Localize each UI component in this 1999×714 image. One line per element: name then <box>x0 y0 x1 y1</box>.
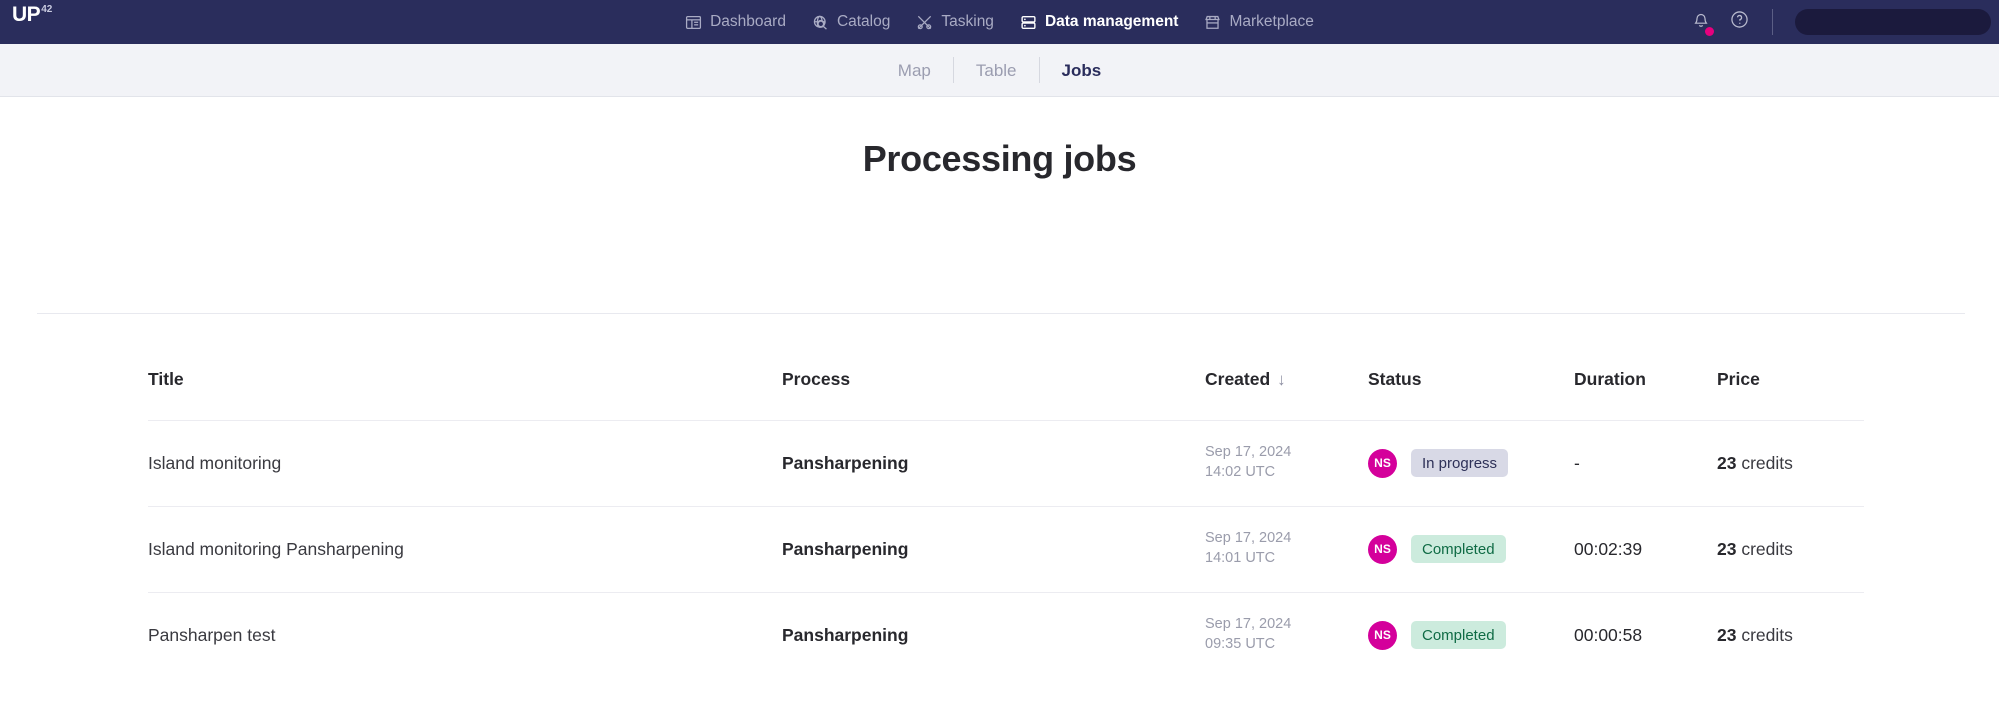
avatar[interactable]: NS <box>1368 448 1397 478</box>
page-title: Processing jobs <box>862 138 1137 179</box>
job-title-link[interactable]: Island monitoring Pansharpening <box>148 539 404 559</box>
created-time: 14:02 UTC <box>1205 464 1276 480</box>
column-header-process[interactable]: Process <box>782 369 1205 390</box>
cell-duration: - <box>1574 452 1580 473</box>
help-button[interactable] <box>1729 9 1750 35</box>
cell-process: Pansharpening <box>782 538 909 559</box>
created-date: Sep 17, 2024 <box>1205 616 1292 633</box>
data-management-icon <box>1020 14 1037 31</box>
brand-superscript: 42 <box>41 4 53 15</box>
status-badge: Completed <box>1411 535 1506 563</box>
nav-item-data-management[interactable]: Data management <box>1020 13 1179 31</box>
sub-nav-tabs: Map Table Jobs <box>876 57 1123 83</box>
column-header-label: Created <box>1205 368 1271 389</box>
nav-item-marketplace[interactable]: Marketplace <box>1204 13 1314 31</box>
up42-logo[interactable]: UP 42 <box>12 4 52 25</box>
cell-title: Island monitoring Pansharpening <box>148 539 782 560</box>
created-date: Sep 17, 2024 <box>1205 530 1292 547</box>
avatar[interactable]: NS <box>1368 620 1397 650</box>
price-unit: credits <box>1741 624 1793 645</box>
catalog-search-globe-icon <box>812 14 829 31</box>
cell-duration: 00:00:58 <box>1574 624 1643 645</box>
table-header-row: Title Process Created ↓ Status Duration … <box>0 338 1999 420</box>
created-time: 14:01 UTC <box>1205 550 1276 566</box>
created-time: 09:35 UTC <box>1205 636 1276 652</box>
dashboard-icon <box>685 14 702 31</box>
cell-process: Pansharpening <box>782 624 909 645</box>
avatar[interactable]: NS <box>1368 534 1397 564</box>
help-circle-icon <box>1729 9 1750 35</box>
cell-title: Pansharpen test <box>148 625 782 646</box>
nav-item-label: Catalog <box>836 13 891 30</box>
notification-badge-dot <box>1705 26 1714 36</box>
table-row[interactable]: Pansharpen test Pansharpening Sep 17, 20… <box>0 592 1999 678</box>
price-amount: 23 <box>1717 452 1737 473</box>
nav-item-label: Data management <box>1044 13 1179 30</box>
nav-item-dashboard[interactable]: Dashboard <box>685 13 786 31</box>
cell-price: 23 credits <box>1717 539 1917 560</box>
price-amount: 23 <box>1717 538 1737 559</box>
nav-item-label: Tasking <box>941 13 994 30</box>
brand-name: UP <box>12 3 41 26</box>
price-unit: credits <box>1741 452 1793 473</box>
main-content: Processing jobs Title Process Created ↓ … <box>0 138 1999 714</box>
table-row[interactable]: Island monitoring Pansharpening Pansharp… <box>0 506 1999 592</box>
price-amount: 23 <box>1717 624 1737 645</box>
cell-created: Sep 17, 2024 09:35 UTC <box>1205 615 1368 654</box>
cell-created: Sep 17, 2024 14:02 UTC <box>1205 443 1368 482</box>
top-nav-right-actions <box>1691 0 1991 44</box>
cell-status: NS Completed <box>1368 534 1574 564</box>
nav-item-label: Marketplace <box>1229 13 1314 30</box>
cell-status: NS Completed <box>1368 620 1574 650</box>
status-badge: Completed <box>1411 621 1506 649</box>
nav-item-catalog[interactable]: Catalog <box>812 13 890 31</box>
column-header-title[interactable]: Title <box>148 369 782 390</box>
table-row[interactable]: Island monitoring Pansharpening Sep 17, … <box>0 420 1999 506</box>
job-title-link[interactable]: Island monitoring <box>148 453 281 473</box>
cell-created: Sep 17, 2024 14:01 UTC <box>1205 529 1368 568</box>
price-unit: credits <box>1741 538 1793 559</box>
created-date: Sep 17, 2024 <box>1205 444 1292 461</box>
cell-title: Island monitoring <box>148 453 782 474</box>
marketplace-storefront-icon <box>1204 14 1221 31</box>
column-header-status[interactable]: Status <box>1368 369 1574 390</box>
column-header-price[interactable]: Price <box>1717 369 1917 390</box>
content-divider <box>37 313 1965 314</box>
nav-item-tasking[interactable]: Tasking <box>916 13 994 31</box>
job-title-link[interactable]: Pansharpen test <box>148 625 275 645</box>
cell-status: NS In progress <box>1368 448 1574 478</box>
tasking-satellite-icon <box>916 14 933 31</box>
account-menu-pill[interactable] <box>1795 9 1991 35</box>
cell-price: 23 credits <box>1717 453 1917 474</box>
column-header-duration[interactable]: Duration <box>1574 369 1717 390</box>
notifications-button[interactable] <box>1691 10 1714 36</box>
top-navigation-bar: UP 42 Dashboard Catalog Tasking Data man… <box>0 0 1999 44</box>
arrow-down-icon: ↓ <box>1277 369 1286 389</box>
tab-map[interactable]: Map <box>876 62 953 79</box>
cell-price: 23 credits <box>1717 625 1917 646</box>
sub-navigation-bar: Map Table Jobs <box>0 44 1999 97</box>
nav-item-label: Dashboard <box>710 13 786 30</box>
tab-jobs[interactable]: Jobs <box>1040 62 1124 79</box>
column-header-created[interactable]: Created ↓ <box>1205 369 1368 390</box>
primary-nav-items: Dashboard Catalog Tasking Data managemen… <box>685 13 1314 31</box>
nav-separator <box>1772 9 1773 35</box>
tab-table[interactable]: Table <box>954 62 1039 79</box>
status-badge: In progress <box>1411 449 1509 477</box>
jobs-table: Title Process Created ↓ Status Duration … <box>0 338 1999 678</box>
cell-process: Pansharpening <box>782 452 909 473</box>
cell-duration: 00:02:39 <box>1574 538 1643 559</box>
